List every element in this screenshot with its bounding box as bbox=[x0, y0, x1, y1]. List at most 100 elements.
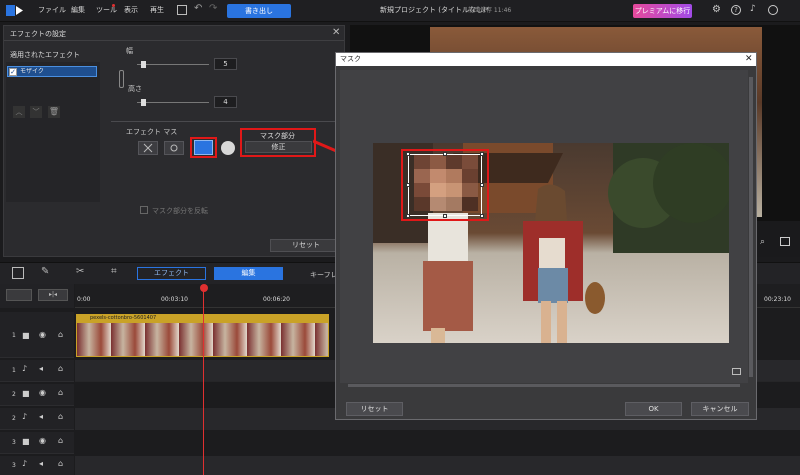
eye-icon[interactable]: ◉ bbox=[39, 388, 46, 397]
mask-handle[interactable] bbox=[443, 214, 447, 218]
mask-reset-button[interactable]: リセット bbox=[346, 402, 403, 416]
no-mask-button[interactable] bbox=[138, 141, 158, 155]
width-slider-thumb[interactable] bbox=[141, 61, 146, 68]
invert-mask-checkbox[interactable] bbox=[140, 206, 148, 214]
mask-handle[interactable] bbox=[406, 183, 410, 187]
fit-timeline-icon[interactable] bbox=[6, 289, 32, 301]
invert-mask-label: マスク部分を反転 bbox=[152, 207, 208, 215]
width-slider-track[interactable] bbox=[137, 64, 209, 65]
mask-part-label: マスク部分 bbox=[260, 132, 295, 140]
track-number: 1 bbox=[12, 332, 16, 339]
mask-handle[interactable] bbox=[443, 152, 447, 156]
gear-icon[interactable]: ⚙ bbox=[712, 4, 721, 15]
save-icon[interactable] bbox=[177, 5, 187, 15]
track-mask-button[interactable] bbox=[164, 141, 184, 155]
effect-item-mosaic[interactable]: モザイク bbox=[7, 66, 97, 77]
zoom-timeline-icon[interactable]: ▸|◂ bbox=[38, 289, 68, 301]
mask-handle[interactable] bbox=[480, 183, 484, 187]
crop-icon[interactable]: ⌗ bbox=[111, 266, 117, 277]
height-value-field[interactable]: 4 bbox=[214, 96, 237, 108]
mask-section-border bbox=[111, 121, 343, 122]
app-logo bbox=[6, 4, 24, 17]
mask-dialog: マスク ✕ リセット OK キャンセル bbox=[335, 52, 757, 420]
tab-effect[interactable]: エフェクト bbox=[137, 267, 206, 280]
move-down-icon[interactable]: ﹀ bbox=[30, 106, 42, 118]
track-number: 1 bbox=[12, 367, 16, 374]
width-label: 幅 bbox=[126, 47, 133, 55]
close-icon[interactable]: ✕ bbox=[332, 27, 340, 38]
applied-effects-label: 適用されたエフェクト bbox=[10, 51, 80, 59]
link-icon[interactable] bbox=[119, 70, 124, 88]
lock-icon[interactable]: ⌂ bbox=[58, 330, 63, 339]
eye-icon[interactable]: ◉ bbox=[39, 330, 46, 339]
track-number: 2 bbox=[12, 415, 16, 422]
dialog-title: マスク bbox=[340, 55, 361, 63]
lock-icon[interactable]: ⌂ bbox=[58, 459, 63, 468]
height-slider-track[interactable] bbox=[137, 102, 209, 103]
cancel-button[interactable]: キャンセル bbox=[691, 402, 749, 416]
mask-selection-box[interactable] bbox=[408, 154, 482, 216]
close-icon[interactable]: ✕ bbox=[745, 54, 753, 64]
menu-file[interactable]: ファイル bbox=[38, 5, 66, 15]
mask-handle[interactable] bbox=[406, 152, 410, 156]
vertical-scroll-thumb[interactable] bbox=[749, 77, 753, 377]
lock-icon[interactable]: ⌂ bbox=[58, 364, 63, 373]
height-label: 高さ bbox=[128, 85, 142, 93]
music-note-icon: ♪ bbox=[22, 459, 28, 468]
effects-list bbox=[6, 62, 100, 202]
checkbox-icon[interactable]: ✓ bbox=[9, 68, 17, 76]
effect-mask-label: エフェクト マス bbox=[126, 128, 178, 136]
move-up-icon[interactable]: ︿ bbox=[13, 106, 25, 118]
effect-settings-panel: エフェクトの設定 ✕ 適用されたエフェクト モザイク ✓ ︿ ﹀ 🗑 幅 5 高… bbox=[3, 25, 345, 257]
mask-edit-button[interactable]: 修正 bbox=[245, 141, 312, 153]
ellipse-mask-button[interactable] bbox=[221, 141, 235, 155]
lock-icon[interactable]: ⌂ bbox=[58, 388, 63, 397]
bell-icon[interactable]: ♪ bbox=[750, 4, 756, 14]
playhead-handle[interactable] bbox=[200, 284, 208, 292]
export-button[interactable]: 書き出し bbox=[227, 4, 291, 18]
dialog-titlebar: マスク bbox=[336, 53, 756, 66]
scissors-icon[interactable]: ✂ bbox=[76, 266, 84, 277]
track-manager-icon[interactable] bbox=[12, 267, 24, 279]
speaker-icon[interactable]: ◂ bbox=[39, 412, 43, 421]
video-track-icon: ■ bbox=[22, 437, 30, 446]
mask-handle[interactable] bbox=[480, 214, 484, 218]
lock-icon[interactable]: ⌂ bbox=[58, 412, 63, 421]
menu-play[interactable]: 再生 bbox=[150, 5, 164, 15]
playhead-line[interactable] bbox=[203, 290, 204, 475]
track-number: 3 bbox=[12, 439, 16, 446]
panel-title: エフェクトの設定 bbox=[10, 30, 66, 38]
music-note-icon: ♪ bbox=[22, 364, 28, 373]
trash-icon[interactable]: 🗑 bbox=[48, 106, 60, 118]
premium-button[interactable]: プレミアムに移行 bbox=[633, 4, 692, 18]
zoom-icon[interactable]: ⌕ bbox=[760, 237, 765, 247]
music-note-icon: ♪ bbox=[22, 412, 28, 421]
fullscreen-icon[interactable] bbox=[780, 237, 790, 246]
rect-mask-button[interactable] bbox=[194, 140, 213, 155]
ruler-time-2: 00:06:20 bbox=[263, 296, 290, 303]
redo-icon[interactable]: ↷ bbox=[209, 3, 217, 14]
speaker-icon[interactable]: ◂ bbox=[39, 459, 43, 468]
pen-icon[interactable]: ✎ bbox=[41, 266, 49, 277]
width-value-field[interactable]: 5 bbox=[214, 58, 237, 70]
track-number: 3 bbox=[12, 462, 16, 469]
last-saved: 前回保存 11:46 bbox=[468, 7, 512, 14]
ok-button[interactable]: OK bbox=[625, 402, 682, 416]
menu-edit[interactable]: 編集 bbox=[71, 5, 85, 15]
help-icon[interactable]: ? bbox=[731, 5, 741, 15]
panel-divider bbox=[4, 40, 344, 41]
mask-handle[interactable] bbox=[406, 214, 410, 218]
height-slider-thumb[interactable] bbox=[141, 99, 146, 106]
lock-icon[interactable]: ⌂ bbox=[58, 436, 63, 445]
speaker-icon[interactable]: ◂ bbox=[39, 364, 43, 373]
mask-handle[interactable] bbox=[480, 152, 484, 156]
aspect-icon[interactable] bbox=[732, 368, 741, 375]
account-icon[interactable] bbox=[768, 5, 778, 15]
tab-edit[interactable]: 編集 bbox=[214, 267, 283, 280]
undo-icon[interactable]: ↶ bbox=[194, 3, 202, 14]
reset-button[interactable]: リセット bbox=[270, 239, 342, 252]
horizontal-scroll-thumb[interactable] bbox=[348, 384, 740, 387]
eye-icon[interactable]: ◉ bbox=[39, 436, 46, 445]
menu-view[interactable]: 表示 bbox=[124, 5, 138, 15]
menu-bar: ファイル 編集 ツール 表示 再生 ↶ ↷ 書き出し 新規プロジェクト (タイト… bbox=[0, 0, 800, 22]
